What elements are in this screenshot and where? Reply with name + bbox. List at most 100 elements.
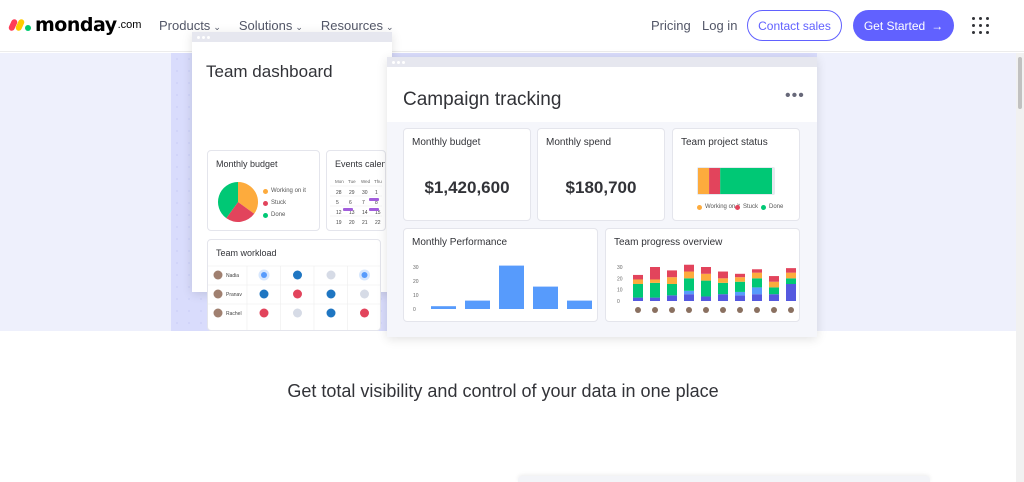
- legend-label: Working on it: [271, 188, 306, 194]
- workload-cell[interactable]: [326, 308, 336, 318]
- workload-cell[interactable]: [326, 289, 336, 299]
- progress-bar-segment: [650, 267, 660, 280]
- calendar-day[interactable]: 29: [349, 190, 355, 196]
- y-tick-label: 20: [413, 279, 419, 285]
- calendar-day[interactable]: 1: [375, 190, 378, 196]
- window-titlebar: [192, 32, 392, 42]
- member-name: Rachel: [226, 311, 242, 317]
- login-link[interactable]: Log in: [702, 18, 737, 33]
- calendar-day[interactable]: 5: [336, 200, 339, 206]
- progress-bar-segment: [769, 287, 779, 295]
- avatar: [720, 307, 726, 313]
- calendar-grid: Mon Tue Wed Thu28 29 30 15 6 7 812 13 14 1519 20 21 22: [330, 179, 382, 226]
- grid-menu-icon[interactable]: [972, 17, 989, 34]
- member-name: Nadia: [226, 273, 239, 279]
- menu-products[interactable]: Products ⌄: [159, 18, 221, 33]
- next-section-card: [518, 476, 930, 482]
- progress-bar-segment: [752, 272, 762, 279]
- progress-bar-segment: [650, 282, 660, 298]
- avatar: [652, 307, 658, 313]
- progress-bar-segment: [786, 284, 796, 301]
- calendar-day[interactable]: 7: [362, 200, 365, 206]
- workload-cell[interactable]: [326, 270, 336, 280]
- performance-bar-chart: 30 20 10 0: [413, 265, 592, 313]
- menu-solutions[interactable]: Solutions ⌄: [239, 18, 303, 33]
- legend-label: Stuck: [271, 200, 287, 206]
- menu-resources[interactable]: Resources ⌄: [321, 18, 394, 33]
- top-navbar: monday .com Products ⌄ Solutions ⌄ Resourc…: [0, 0, 1024, 52]
- get-started-label: Get Started: [863, 18, 926, 33]
- card-title: Monthly spend: [546, 137, 612, 148]
- avatar: [703, 307, 709, 313]
- progress-bar-segment: [701, 273, 711, 281]
- y-tick-label: 0: [413, 307, 416, 313]
- workload-cell[interactable]: [293, 289, 302, 299]
- avatar: [788, 307, 794, 313]
- calendar-day[interactable]: 12: [336, 210, 342, 216]
- calendar-event[interactable]: [343, 208, 353, 211]
- chevron-down-icon: ⌄: [213, 22, 221, 32]
- progress-bar-segment: [667, 284, 677, 296]
- progress-bar-segment: [701, 280, 711, 297]
- performance-bar: [567, 300, 592, 309]
- progress-bar-segment: [769, 294, 779, 301]
- y-tick-label: 10: [617, 288, 623, 294]
- calendar-day[interactable]: 20: [349, 220, 355, 226]
- calendar-day[interactable]: 6: [349, 200, 352, 206]
- calendar-day[interactable]: 28: [336, 190, 342, 196]
- avatar: [635, 307, 641, 313]
- progress-bar-segment: [684, 278, 694, 291]
- progress-bar-segment: [786, 278, 796, 284]
- page-scrollbar[interactable]: [1016, 53, 1024, 482]
- legend-label: Stuck: [743, 204, 759, 210]
- progress-bar-segment: [735, 291, 745, 296]
- monthly-spend-card: Monthly spend $180,700: [537, 128, 665, 221]
- calendar-day-header: Wed: [361, 179, 371, 184]
- progress-bar-segment: [667, 295, 677, 301]
- calendar-day[interactable]: 19: [336, 220, 342, 226]
- more-dots-icon[interactable]: •••: [785, 87, 805, 105]
- status-bar-segment: [698, 168, 710, 194]
- calendar-day[interactable]: 22: [375, 220, 381, 226]
- campaign-title: Campaign tracking: [403, 89, 562, 110]
- get-started-button[interactable]: Get Started →: [853, 10, 954, 41]
- y-tick-label: 30: [617, 265, 623, 271]
- calendar-day[interactable]: 21: [362, 220, 368, 226]
- monthly-budget-card: Monthly budget $1,420,600: [403, 128, 531, 221]
- progress-bar-segment: [735, 277, 745, 282]
- progress-bar-segment: [769, 281, 779, 288]
- calendar-day[interactable]: 14: [362, 210, 368, 216]
- team-progress-card: Team progress overview 30 20 10 0: [605, 228, 800, 322]
- pricing-link[interactable]: Pricing: [651, 18, 691, 33]
- workload-cell[interactable]: [361, 272, 368, 278]
- workload-cell[interactable]: [259, 289, 269, 299]
- progress-bar-segment: [633, 279, 643, 284]
- window-titlebar: [387, 57, 817, 67]
- logo-wordmark: monday: [35, 14, 117, 36]
- workload-cell[interactable]: [360, 308, 369, 318]
- legend-done: Done: [263, 212, 285, 218]
- progress-bar-segment: [769, 276, 779, 282]
- scrollbar-thumb[interactable]: [1018, 57, 1022, 109]
- progress-bar-segment: [735, 295, 745, 301]
- team-monthly-budget-card: Monthly budget Working on it Stuck Done: [207, 150, 320, 231]
- performance-bar: [431, 306, 456, 309]
- y-tick-label: 20: [617, 276, 623, 282]
- workload-cell[interactable]: [360, 289, 369, 299]
- menu-products-label: Products: [159, 18, 211, 33]
- workload-cell[interactable]: [293, 270, 302, 280]
- progress-bar-segment: [786, 272, 796, 279]
- workload-cell[interactable]: [259, 308, 269, 318]
- calendar-day[interactable]: 30: [362, 190, 368, 196]
- progress-bar-segment: [701, 296, 711, 301]
- calendar-event[interactable]: [369, 208, 379, 211]
- legend-label: Done: [769, 204, 784, 210]
- workload-cell[interactable]: [261, 272, 267, 278]
- legend-stuck: Stuck: [735, 204, 758, 210]
- monday-logo[interactable]: monday .com: [7, 14, 141, 36]
- progress-bar-segment: [633, 274, 643, 280]
- workload-cell[interactable]: [293, 308, 302, 318]
- contact-sales-button[interactable]: Contact sales: [747, 10, 842, 41]
- progress-bar-segment: [718, 278, 728, 283]
- calendar-event[interactable]: [369, 198, 379, 201]
